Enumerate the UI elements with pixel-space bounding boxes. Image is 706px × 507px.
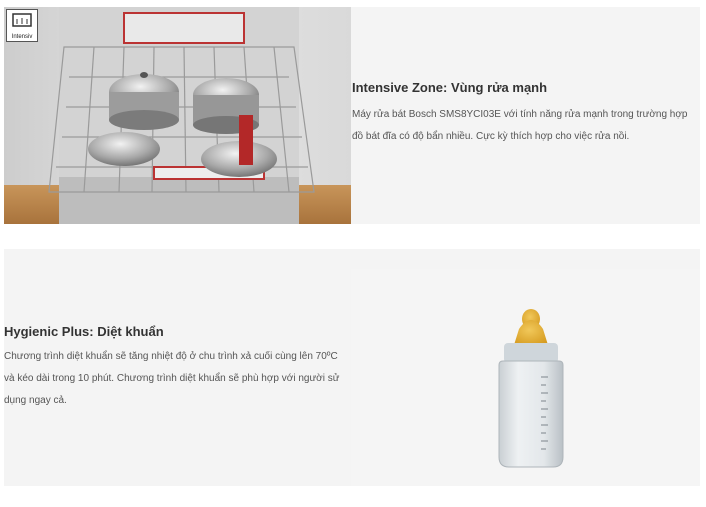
feature-hygienic-plus: Hygienic Plus: Diệt khuẩn Chương trình d… [4, 249, 700, 486]
feature-title: Intensive Zone: Vùng rửa mạnh [352, 80, 548, 95]
feature-intensive-zone: Intensiv Intensive Zone: Vùng rửa mạnh M… [4, 7, 700, 224]
feature-description: Máy rửa bát Bosch SMS8YCI03E với tính nă… [352, 109, 688, 142]
intensive-zone-icon: Intensiv [6, 9, 38, 42]
badge-label: Intensiv [11, 34, 33, 40]
feature-title: Hygienic Plus: Diệt khuẩn [4, 324, 164, 339]
baby-bottle-photo [351, 269, 700, 486]
dishwasher-photo: Intensiv [4, 7, 351, 224]
feature-description: Chương trình diệt khuẩn sẽ tăng nhiệt độ… [4, 351, 340, 406]
